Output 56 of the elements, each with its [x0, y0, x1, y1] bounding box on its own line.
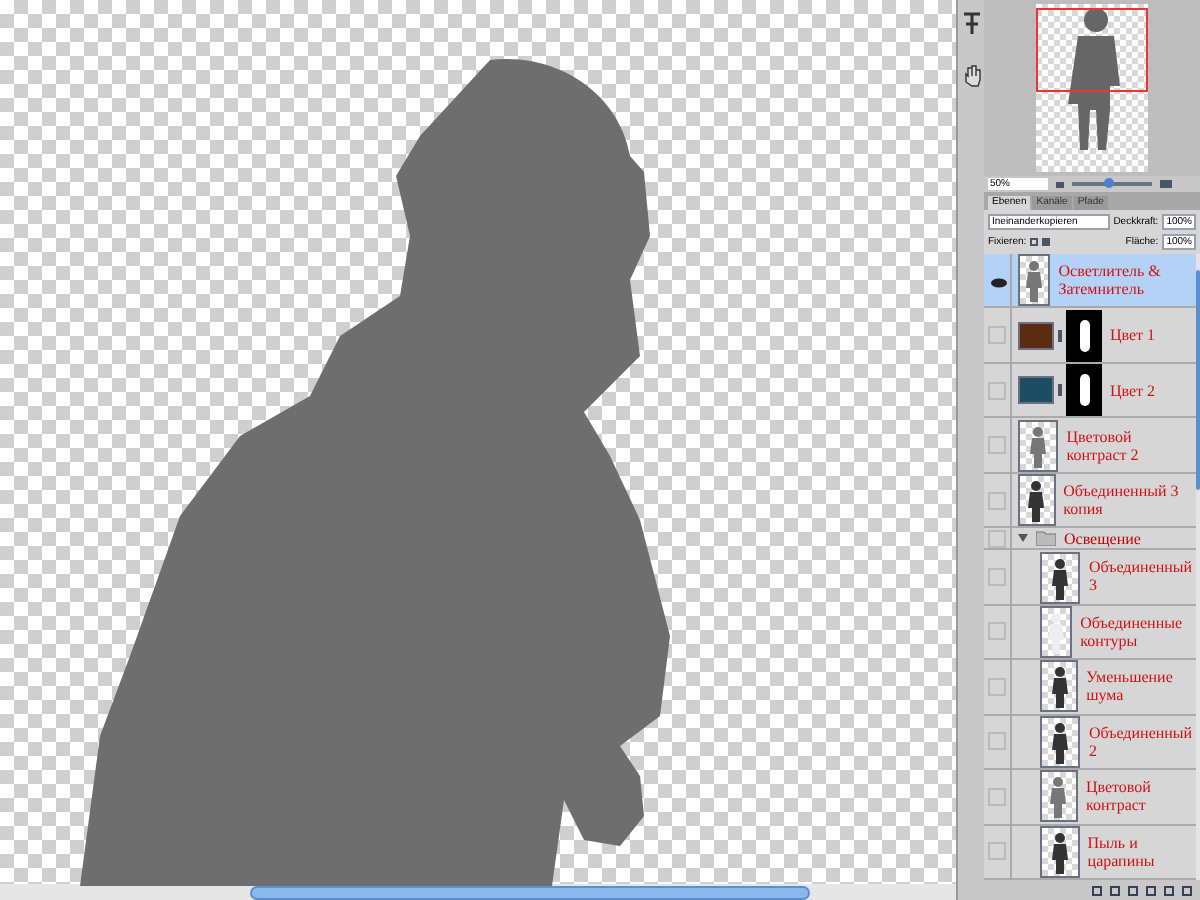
layer-row[interactable]: Цвет 1: [984, 308, 1196, 364]
layer-row[interactable]: Объединенный 3: [984, 550, 1196, 606]
layer-thumbnail: [1018, 254, 1051, 307]
visibility-toggle[interactable]: [988, 326, 1006, 345]
tool-icon[interactable]: [961, 12, 981, 36]
layer-row[interactable]: Цвет 2: [984, 363, 1196, 419]
link-icon: [1058, 329, 1062, 342]
layer-name: Цветовой контраст: [1085, 778, 1153, 815]
layer-name: Пыль и царапины: [1087, 833, 1157, 870]
horizontal-scrollbar-thumb[interactable]: [250, 885, 810, 899]
mask-thumbnail: [1066, 364, 1102, 417]
zoom-out-icon[interactable]: [1056, 181, 1064, 187]
visibility-toggle[interactable]: [988, 491, 1006, 510]
visibility-toggle[interactable]: [988, 677, 1006, 696]
layer-thumbnail: [1040, 825, 1080, 878]
layer-name: Объединенный 3 копия: [1063, 482, 1181, 519]
layer-name: Цвет 1: [1110, 326, 1156, 345]
slider-thumb[interactable]: [1103, 178, 1114, 188]
layer-thumbnail: [1040, 551, 1081, 603]
layer-name: Объединенный 3: [1088, 558, 1195, 595]
layer-thumbnail: [1040, 715, 1081, 768]
layer-row[interactable]: Осветлитель & Затемнитель: [984, 254, 1196, 309]
vertical-scrollbar-thumb[interactable]: [1195, 270, 1200, 490]
visibility-toggle[interactable]: [988, 732, 1006, 751]
layer-row[interactable]: Пыль и царапины: [984, 825, 1196, 880]
visibility-toggle[interactable]: [988, 622, 1006, 641]
layer-name: Осветлитель & Затемнитель: [1058, 262, 1163, 299]
layer-thumbnail: [1040, 605, 1073, 658]
layer-name: Освещение: [1064, 529, 1141, 548]
visibility-toggle[interactable]: [988, 567, 1006, 586]
layer-row[interactable]: Цветовой контраст 2: [984, 418, 1196, 474]
layer-name: Объединенный 2: [1088, 723, 1195, 760]
layer-row[interactable]: Уменьшение шума: [984, 660, 1196, 716]
layer-thumbnail: [1040, 660, 1079, 713]
expand-arrow-icon[interactable]: [1018, 534, 1028, 543]
layer-name: Уменьшение шума: [1086, 668, 1175, 705]
mask-thumbnail: [1066, 309, 1102, 362]
visibility-toggle[interactable]: [988, 436, 1006, 455]
layer-row[interactable]: Объединенный 2: [984, 715, 1196, 771]
layer-name: Цветовой контраст 2: [1066, 427, 1141, 464]
layer-row[interactable]: Объединенные контуры: [984, 605, 1196, 661]
view-box[interactable]: [1036, 8, 1148, 92]
link-icon: [1058, 384, 1062, 397]
layer-name: Цвет 2: [1110, 381, 1156, 400]
layer-name: Объединенные контуры: [1080, 613, 1185, 650]
layer-row[interactable]: Освещение: [984, 528, 1196, 551]
layer-thumbnail: [1040, 770, 1078, 823]
layer-row[interactable]: Объединенный 3 копия: [984, 473, 1196, 529]
hand-icon[interactable]: [961, 64, 981, 88]
layer-thumbnail: [1018, 474, 1056, 527]
visibility-toggle[interactable]: [988, 529, 1006, 548]
visibility-toggle[interactable]: [988, 787, 1006, 806]
layer-thumbnail: [1018, 419, 1059, 472]
visibility-toggle[interactable]: [988, 381, 1006, 400]
layer-row[interactable]: Цветовой контраст: [984, 770, 1196, 826]
visibility-toggle[interactable]: [988, 842, 1006, 861]
